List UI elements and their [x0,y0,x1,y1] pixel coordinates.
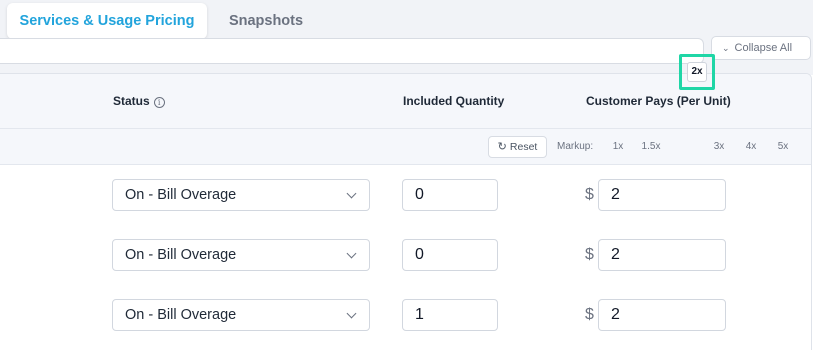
markup-option-2x-highlight[interactable]: 2x [679,54,715,90]
chevron-down-icon [346,248,357,259]
collapse-all-button[interactable]: ⌄ Collapse All [711,36,811,60]
currency-symbol: $ [585,186,594,203]
markup-option-1x[interactable]: 1x [606,141,630,152]
status-select-value: On - Bill Overage [125,307,237,323]
markup-label: Markup: [557,141,594,152]
status-header-label: Status [113,94,150,108]
tab-snapshots[interactable]: Snapshots [216,3,316,39]
tab-services-usage-pricing[interactable]: Services & Usage Pricing [7,3,207,39]
included-quantity-header: Included Quantity [403,94,505,108]
status-select-row-1[interactable]: On - Bill Overage [112,179,370,211]
status-select-row-2[interactable]: On - Bill Overage [112,239,370,271]
currency-symbol: $ [585,246,594,263]
markup-option-2x[interactable]: 2x [687,62,707,82]
currency-symbol: $ [585,306,594,323]
included-quantity-input-row-2[interactable]: 0 [402,239,498,271]
chevron-down-icon: ⌄ [722,43,730,53]
price-input-row-2[interactable]: 2 [598,239,726,271]
markup-option-1-5x[interactable]: 1.5x [639,141,663,152]
tab-bar: Services & Usage Pricing Snapshots [0,0,813,43]
status-select-value: On - Bill Overage [125,247,237,263]
markup-option-3x[interactable]: 3x [707,141,731,152]
included-quantity-input-row-1[interactable]: 0 [402,179,498,211]
info-icon[interactable]: i [153,97,165,108]
reset-icon: ↻ [497,141,507,153]
status-header: Status i [113,94,165,108]
chevron-down-icon [346,308,357,319]
chevron-down-icon [346,188,357,199]
markup-option-5x[interactable]: 5x [771,141,795,152]
markup-option-4x[interactable]: 4x [739,141,763,152]
reset-label: Reset [509,141,538,153]
price-input-row-1[interactable]: 2 [598,179,726,211]
status-select-value: On - Bill Overage [125,187,237,203]
price-input-row-3[interactable]: 2 [598,299,726,331]
status-select-row-3[interactable]: On - Bill Overage [112,299,370,331]
markup-toolbar: ↻ Reset Markup: 1x 1.5x 3x 4x 5x [0,129,811,165]
reset-button[interactable]: ↻ Reset [488,136,547,158]
customer-pays-header: Customer Pays (Per Unit) [586,94,731,108]
filter-input[interactable] [0,38,704,64]
included-quantity-input-row-3[interactable]: 1 [402,299,498,331]
collapse-all-label: Collapse All [734,42,793,54]
